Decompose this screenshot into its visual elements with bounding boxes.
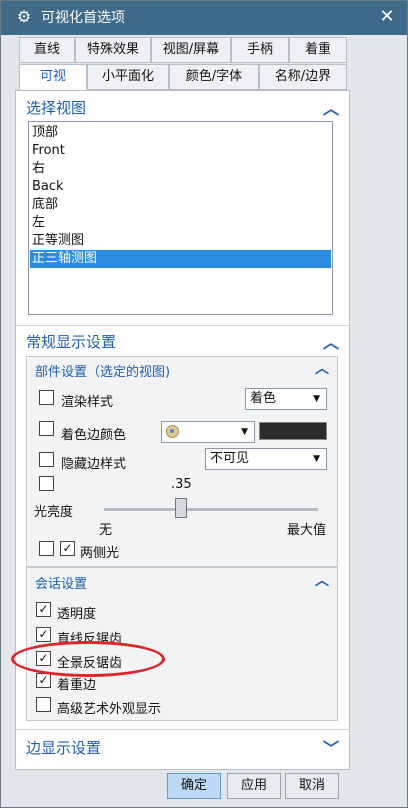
brightness-slider-track[interactable] xyxy=(104,508,318,511)
tab-emphasis[interactable]: 着重 xyxy=(289,37,347,63)
advanced-art-checkbox[interactable] xyxy=(36,697,51,712)
color-picker-select[interactable]: ▼ xyxy=(161,421,255,443)
chevron-up-icon[interactable]: ︿ xyxy=(323,329,339,353)
emphasis-edge-checkbox[interactable]: ✓ xyxy=(36,673,51,688)
dropdown-arrow-icon: ▼ xyxy=(313,394,320,404)
edge-display-header[interactable]: 边显示设置 ﹀ xyxy=(16,733,349,761)
tab-view-screen[interactable]: 视图/屏幕 xyxy=(151,37,231,63)
shaded-edge-color-label: 着色边颜色 xyxy=(61,428,127,443)
brightness-label: 光亮度 xyxy=(34,505,74,520)
list-item[interactable]: Back xyxy=(30,178,331,196)
hidden-edge-style-select[interactable]: 不可见 ▼ xyxy=(205,448,327,470)
render-style-select[interactable]: 着色 ▼ xyxy=(245,388,327,410)
tab-faceting[interactable]: 小平面化 xyxy=(87,64,169,90)
hidden-edge-style-value: 不可见 xyxy=(210,451,250,466)
brightness-slider-handle[interactable] xyxy=(175,498,187,518)
tab-color-font[interactable]: 颜色/字体 xyxy=(169,64,259,90)
brightness-value: .35 xyxy=(171,477,192,492)
two-sided-light-lock-checkbox[interactable] xyxy=(39,541,54,556)
tab-visual[interactable]: 可视 xyxy=(19,64,87,90)
advanced-art-label: 高级艺术外观显示 xyxy=(57,702,162,717)
edge-display-title: 边显示设置 xyxy=(26,739,102,757)
tab-name-border[interactable]: 名称/边界 xyxy=(259,64,347,90)
list-item[interactable]: Front xyxy=(30,142,331,160)
chevron-down-icon[interactable]: ﹀ xyxy=(323,735,339,759)
dialog-title: 可视化首选项 xyxy=(41,10,125,26)
hidden-edge-style-checkbox[interactable] xyxy=(39,452,54,467)
line-antialias-checkbox[interactable]: ✓ xyxy=(36,627,51,642)
general-display-title: 常规显示设置 xyxy=(26,333,117,351)
chevron-up-icon[interactable]: ︿ xyxy=(323,95,339,119)
render-style-checkbox[interactable] xyxy=(39,390,54,405)
tab-handles[interactable]: 手柄 xyxy=(231,37,289,63)
brightness-checkbox[interactable] xyxy=(39,476,54,491)
list-item[interactable]: 右 xyxy=(30,160,331,178)
palette-icon xyxy=(166,425,179,438)
list-item[interactable]: 正等测图 xyxy=(30,232,331,250)
list-item-selected[interactable]: 正三轴测图 xyxy=(30,250,331,268)
divider xyxy=(16,325,349,326)
two-sided-light-label: 两侧光 xyxy=(80,546,120,561)
dropdown-arrow-icon: ▼ xyxy=(241,427,248,437)
title-bar[interactable]: ⚙ 可视化首选项 ✕ xyxy=(1,1,407,35)
hidden-edge-style-label: 隐藏边样式 xyxy=(61,457,127,472)
gear-icon: ⚙ xyxy=(16,7,32,26)
transparency-checkbox[interactable]: ✓ xyxy=(36,602,51,617)
chevron-up-icon[interactable]: ︿ xyxy=(315,358,329,378)
visualization-preferences-dialog: ⚙ 可视化首选项 ✕ 直线 特殊效果 视图/屏幕 手柄 着重 可视 小平面化 颜… xyxy=(0,0,408,808)
list-item[interactable]: 底部 xyxy=(30,196,331,214)
list-item[interactable]: 左 xyxy=(30,214,331,232)
cancel-button[interactable]: 取消 xyxy=(285,773,339,799)
shaded-edge-color-swatch[interactable] xyxy=(259,422,327,440)
part-settings-title: 部件设置（选定的视图) xyxy=(35,365,171,380)
shaded-edge-color-checkbox[interactable] xyxy=(39,421,54,436)
close-icon[interactable]: ✕ xyxy=(377,7,397,27)
ok-button[interactable]: 确定 xyxy=(167,773,221,799)
tab-lines[interactable]: 直线 xyxy=(19,37,75,63)
transparency-label: 透明度 xyxy=(57,607,97,622)
render-style-label: 渲染样式 xyxy=(61,395,114,410)
apply-button[interactable]: 应用 xyxy=(227,773,281,799)
view-list[interactable]: 顶部 Front 右 Back 底部 左 正等测图 正三轴测图 xyxy=(28,121,333,315)
divider xyxy=(16,729,349,730)
chevron-up-icon[interactable]: ︿ xyxy=(315,570,329,590)
brightness-max-label: 最大值 xyxy=(287,523,327,538)
select-view-header[interactable]: 选择视图 ︿ xyxy=(16,93,349,121)
brightness-min-label: 无 xyxy=(99,523,113,538)
list-item[interactable]: 顶部 xyxy=(30,124,331,142)
red-annotation-ellipse xyxy=(11,641,165,677)
select-view-title: 选择视图 xyxy=(26,99,87,117)
session-settings-title: 会话设置 xyxy=(35,577,88,592)
render-style-value: 着色 xyxy=(250,391,277,406)
dropdown-arrow-icon: ▼ xyxy=(313,454,320,464)
general-display-header[interactable]: 常规显示设置 ︿ xyxy=(16,327,349,355)
tab-special-effects[interactable]: 特殊效果 xyxy=(75,37,151,63)
two-sided-light-checkbox[interactable]: ✓ xyxy=(60,541,75,556)
